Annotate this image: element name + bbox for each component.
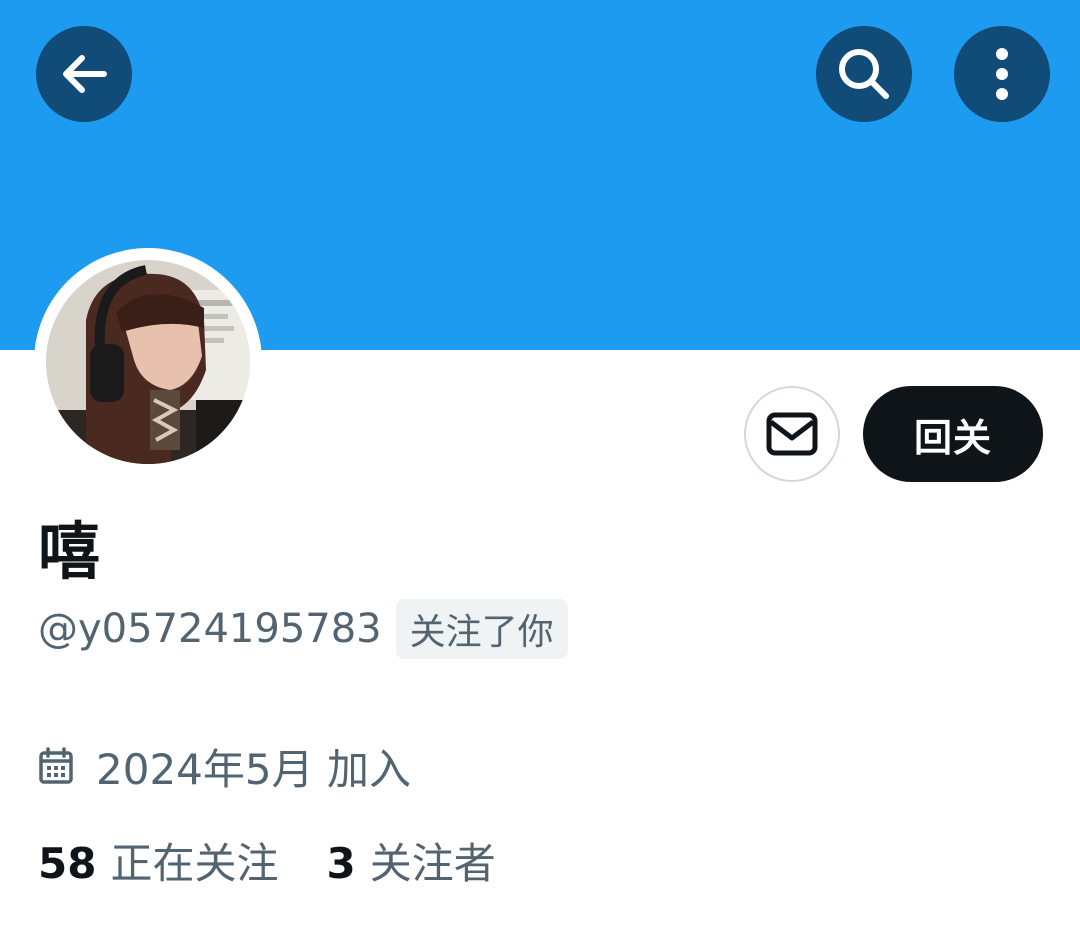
- more-vertical-icon: [996, 48, 1008, 100]
- search-button[interactable]: [816, 26, 912, 122]
- joined-date: 2024年5月 加入: [96, 744, 411, 794]
- back-arrow-icon: [63, 55, 107, 93]
- user-handle: @y05724195783: [38, 606, 382, 652]
- follows-you-badge: 关注了你: [395, 599, 568, 659]
- followers-link[interactable]: 3 关注者: [326, 830, 495, 891]
- avatar: [46, 260, 250, 464]
- more-options-button[interactable]: [954, 26, 1050, 122]
- follow-stats: 58 正在关注 3 关注者: [38, 832, 496, 888]
- followers-label: 关注者: [369, 838, 496, 888]
- envelope-icon: [766, 412, 818, 456]
- follow-back-button[interactable]: 回关: [863, 386, 1043, 482]
- following-link[interactable]: 58 正在关注: [38, 830, 278, 891]
- following-label: 正在关注: [110, 838, 279, 888]
- followers-count: 3: [326, 838, 356, 888]
- display-name: 嘻: [38, 515, 101, 588]
- following-count: 58: [38, 838, 97, 888]
- calendar-icon: [39, 747, 73, 784]
- profile-page: 回关 嘻 @y05724195783 关注了你 2024年5月 加入 58 正在关…: [0, 0, 1080, 950]
- search-icon: [839, 49, 889, 99]
- message-button[interactable]: [744, 386, 840, 482]
- back-button[interactable]: [36, 26, 132, 122]
- handle-row: @y05724195783 关注了你: [38, 599, 568, 659]
- joined-date-row: 2024年5月 加入: [38, 738, 411, 794]
- avatar-container[interactable]: [34, 248, 262, 476]
